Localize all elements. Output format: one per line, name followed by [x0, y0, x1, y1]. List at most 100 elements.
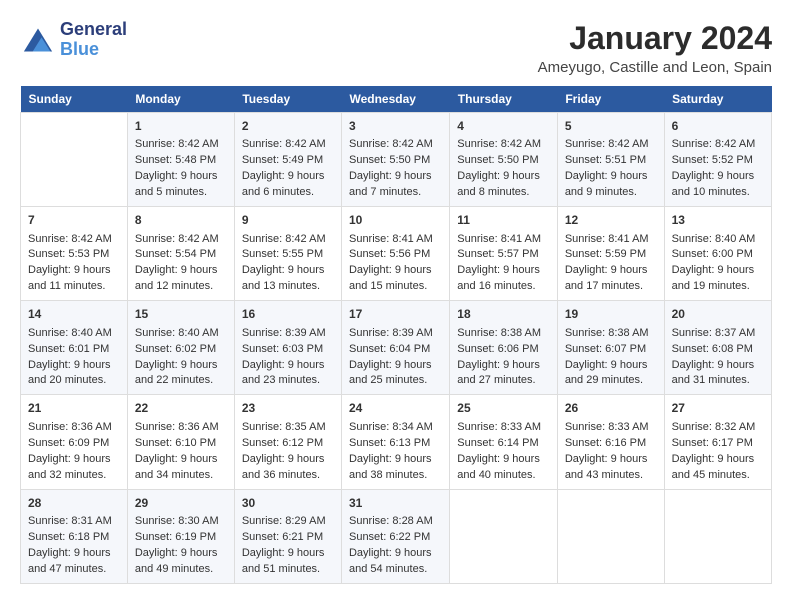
- sunrise-text: Sunrise: 8:36 AM: [135, 420, 227, 436]
- sunset-text: Sunset: 5:55 PM: [242, 247, 334, 263]
- daylight-text: Daylight: 9 hours and 54 minutes.: [349, 546, 442, 578]
- weekday-header: Monday: [127, 86, 234, 113]
- weekday-header: Saturday: [664, 86, 771, 113]
- calendar-header: SundayMondayTuesdayWednesdayThursdayFrid…: [21, 86, 772, 113]
- day-number: 23: [242, 400, 334, 417]
- calendar-cell: 25Sunrise: 8:33 AMSunset: 6:14 PMDayligh…: [450, 395, 558, 489]
- daylight-text: Daylight: 9 hours and 22 minutes.: [135, 358, 227, 390]
- sunrise-text: Sunrise: 8:37 AM: [672, 326, 764, 342]
- sunrise-text: Sunrise: 8:42 AM: [672, 137, 764, 153]
- day-number: 2: [242, 118, 334, 135]
- day-number: 29: [135, 495, 227, 512]
- day-number: 11: [457, 212, 550, 229]
- daylight-text: Daylight: 9 hours and 16 minutes.: [457, 263, 550, 295]
- daylight-text: Daylight: 9 hours and 6 minutes.: [242, 169, 334, 201]
- calendar-week-row: 1Sunrise: 8:42 AMSunset: 5:48 PMDaylight…: [21, 113, 772, 207]
- day-number: 9: [242, 212, 334, 229]
- sunrise-text: Sunrise: 8:41 AM: [565, 232, 657, 248]
- daylight-text: Daylight: 9 hours and 5 minutes.: [135, 169, 227, 201]
- calendar-cell: 3Sunrise: 8:42 AMSunset: 5:50 PMDaylight…: [341, 113, 449, 207]
- calendar-cell: 14Sunrise: 8:40 AMSunset: 6:01 PMDayligh…: [21, 301, 128, 395]
- calendar-cell: 2Sunrise: 8:42 AMSunset: 5:49 PMDaylight…: [234, 113, 341, 207]
- sunset-text: Sunset: 5:59 PM: [565, 247, 657, 263]
- sunset-text: Sunset: 5:50 PM: [349, 153, 442, 169]
- calendar-cell: 23Sunrise: 8:35 AMSunset: 6:12 PMDayligh…: [234, 395, 341, 489]
- calendar-week-row: 21Sunrise: 8:36 AMSunset: 6:09 PMDayligh…: [21, 395, 772, 489]
- day-number: 26: [565, 400, 657, 417]
- weekday-header: Thursday: [450, 86, 558, 113]
- sunset-text: Sunset: 6:00 PM: [672, 247, 764, 263]
- sunset-text: Sunset: 5:54 PM: [135, 247, 227, 263]
- day-number: 8: [135, 212, 227, 229]
- calendar-cell: 1Sunrise: 8:42 AMSunset: 5:48 PMDaylight…: [127, 113, 234, 207]
- calendar-cell: 13Sunrise: 8:40 AMSunset: 6:00 PMDayligh…: [664, 207, 771, 301]
- sunset-text: Sunset: 5:53 PM: [28, 247, 120, 263]
- sunrise-text: Sunrise: 8:42 AM: [349, 137, 442, 153]
- calendar-week-row: 7Sunrise: 8:42 AMSunset: 5:53 PMDaylight…: [21, 207, 772, 301]
- daylight-text: Daylight: 9 hours and 12 minutes.: [135, 263, 227, 295]
- calendar-week-row: 28Sunrise: 8:31 AMSunset: 6:18 PMDayligh…: [21, 489, 772, 583]
- calendar-cell: 17Sunrise: 8:39 AMSunset: 6:04 PMDayligh…: [341, 301, 449, 395]
- day-number: 18: [457, 306, 550, 323]
- calendar-cell: 15Sunrise: 8:40 AMSunset: 6:02 PMDayligh…: [127, 301, 234, 395]
- title-block: January 2024 Ameyugo, Castille and Leon,…: [538, 20, 772, 76]
- calendar-cell: 27Sunrise: 8:32 AMSunset: 6:17 PMDayligh…: [664, 395, 771, 489]
- calendar-body: 1Sunrise: 8:42 AMSunset: 5:48 PMDaylight…: [21, 113, 772, 584]
- daylight-text: Daylight: 9 hours and 34 minutes.: [135, 452, 227, 484]
- sunset-text: Sunset: 6:01 PM: [28, 342, 120, 358]
- day-number: 14: [28, 306, 120, 323]
- day-number: 22: [135, 400, 227, 417]
- day-number: 3: [349, 118, 442, 135]
- calendar-cell: 16Sunrise: 8:39 AMSunset: 6:03 PMDayligh…: [234, 301, 341, 395]
- sunset-text: Sunset: 6:19 PM: [135, 530, 227, 546]
- calendar-cell: 12 Sunrise: 8:41 AMSunset: 5:59 PMDayligh…: [557, 207, 664, 301]
- sunset-text: Sunset: 6:09 PM: [28, 436, 120, 452]
- day-number: 12: [565, 212, 657, 229]
- day-number: 16: [242, 306, 334, 323]
- daylight-text: Daylight: 9 hours and 9 minutes.: [565, 169, 657, 201]
- day-number: 31: [349, 495, 442, 512]
- sunrise-text: Sunrise: 8:31 AM: [28, 514, 120, 530]
- daylight-text: Daylight: 9 hours and 47 minutes.: [28, 546, 120, 578]
- sunset-text: Sunset: 6:14 PM: [457, 436, 550, 452]
- calendar-cell: 4Sunrise: 8:42 AMSunset: 5:50 PMDaylight…: [450, 113, 558, 207]
- sunset-text: Sunset: 5:57 PM: [457, 247, 550, 263]
- sunrise-text: Sunrise: 8:32 AM: [672, 420, 764, 436]
- day-number: 13: [672, 212, 764, 229]
- sunset-text: Sunset: 6:08 PM: [672, 342, 764, 358]
- calendar-cell: 7Sunrise: 8:42 AMSunset: 5:53 PMDaylight…: [21, 207, 128, 301]
- day-number: 4: [457, 118, 550, 135]
- daylight-text: Daylight: 9 hours and 19 minutes.: [672, 263, 764, 295]
- calendar-cell: 6Sunrise: 8:42 AMSunset: 5:52 PMDaylight…: [664, 113, 771, 207]
- day-number: 19: [565, 306, 657, 323]
- sunset-text: Sunset: 6:17 PM: [672, 436, 764, 452]
- sunset-text: Sunset: 6:12 PM: [242, 436, 334, 452]
- sunset-text: Sunset: 6:16 PM: [565, 436, 657, 452]
- sunrise-text: Sunrise: 8:41 AM: [457, 232, 550, 248]
- daylight-text: Daylight: 9 hours and 40 minutes.: [457, 452, 550, 484]
- sunrise-text: Sunrise: 8:29 AM: [242, 514, 334, 530]
- calendar-table: SundayMondayTuesdayWednesdayThursdayFrid…: [20, 86, 772, 584]
- sunset-text: Sunset: 6:18 PM: [28, 530, 120, 546]
- sunrise-text: Sunrise: 8:28 AM: [349, 514, 442, 530]
- calendar-cell: [557, 489, 664, 583]
- daylight-text: Daylight: 9 hours and 29 minutes.: [565, 358, 657, 390]
- sunset-text: Sunset: 6:04 PM: [349, 342, 442, 358]
- sunrise-text: Sunrise: 8:34 AM: [349, 420, 442, 436]
- sunset-text: Sunset: 5:51 PM: [565, 153, 657, 169]
- day-number: 15: [135, 306, 227, 323]
- day-number: 24: [349, 400, 442, 417]
- daylight-text: Daylight: 9 hours and 10 minutes.: [672, 169, 764, 201]
- logo-icon: [20, 25, 56, 55]
- sunset-text: Sunset: 6:03 PM: [242, 342, 334, 358]
- daylight-text: Daylight: 9 hours and 32 minutes.: [28, 452, 120, 484]
- day-number: 28: [28, 495, 120, 512]
- sunrise-text: Sunrise: 8:33 AM: [457, 420, 550, 436]
- calendar-cell: 29Sunrise: 8:30 AMSunset: 6:19 PMDayligh…: [127, 489, 234, 583]
- calendar-cell: 21Sunrise: 8:36 AMSunset: 6:09 PMDayligh…: [21, 395, 128, 489]
- sunset-text: Sunset: 5:50 PM: [457, 153, 550, 169]
- daylight-text: Daylight: 9 hours and 17 minutes.: [565, 263, 657, 295]
- sunset-text: Sunset: 6:10 PM: [135, 436, 227, 452]
- location-title: Ameyugo, Castille and Leon, Spain: [538, 59, 772, 76]
- daylight-text: Daylight: 9 hours and 27 minutes.: [457, 358, 550, 390]
